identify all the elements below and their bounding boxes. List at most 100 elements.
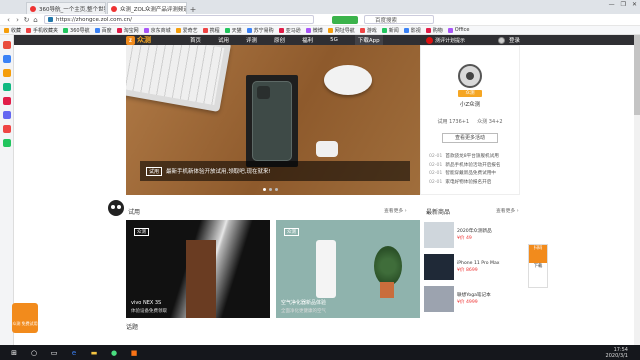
new-tab-button[interactable]: + — [188, 5, 198, 14]
trial-title: 试用 — [128, 209, 141, 216]
stat-trial: 试用 1736+1 — [437, 119, 470, 125]
carousel-dot[interactable] — [275, 188, 278, 191]
bookmark-item[interactable]: 京东商城 — [143, 27, 171, 34]
product-item[interactable]: iPhone 11 Pro Max ¥价 8699 — [424, 252, 520, 282]
music-icon[interactable] — [2, 125, 11, 133]
carousel-dot[interactable] — [263, 188, 266, 191]
browser-tab-active[interactable]: 众测_ZOL众测产品评测频道✕ — [107, 2, 187, 14]
task-view-icon[interactable]: ▭ — [48, 348, 60, 358]
nav-review[interactable]: 评测 — [246, 36, 257, 44]
edge-icon[interactable]: e — [68, 348, 80, 358]
nav-welfare[interactable]: 福利 — [302, 36, 313, 44]
search-icon[interactable]: ○ — [28, 348, 40, 358]
bookmark-icon — [278, 27, 284, 33]
game-icon[interactable] — [2, 69, 11, 77]
nav-home[interactable]: 首页 — [190, 36, 201, 44]
qr-download-widget[interactable]: 扫码 下载 — [528, 244, 548, 288]
hero-caption[interactable]: 试用 最新手机新体验开放试用,领取吧,现在就来! — [140, 161, 410, 181]
refresh-icon[interactable]: ↻ — [22, 16, 31, 24]
promo-link[interactable]: 测评计划提示 — [426, 36, 484, 44]
activity-item[interactable]: 02-01 智能穿戴新品免费试用中 — [429, 170, 515, 179]
bookmark-item[interactable]: 微博 — [305, 27, 323, 34]
hero-tag: 试用 — [146, 166, 163, 176]
product-item[interactable]: 2020年众测新品 ¥价 49 — [424, 220, 520, 250]
home-icon[interactable]: ⌂ — [31, 16, 40, 24]
video-icon[interactable] — [2, 83, 11, 91]
activity-item[interactable]: 02-01 新品手机体验活动开启报名 — [429, 162, 515, 171]
nav-trial[interactable]: 试用 — [218, 36, 229, 44]
close-window-button[interactable]: ✕ — [632, 1, 637, 8]
bookmark-item[interactable]: 爱奇艺 — [175, 27, 198, 34]
card-title: vivo NEX 3S — [131, 300, 162, 306]
tab-favicon — [30, 5, 36, 12]
mail-icon[interactable] — [2, 55, 11, 63]
product-thumbnail — [424, 222, 454, 248]
camera-graphic — [257, 86, 270, 99]
app-icon[interactable]: ■ — [128, 348, 140, 358]
card-tag: 众测 — [284, 228, 299, 236]
scrollbar[interactable] — [634, 35, 640, 345]
bookmark-item[interactable]: 携程 — [202, 27, 220, 34]
browser-tab[interactable]: 360导航_一个主页,整个世界✕ — [26, 2, 106, 14]
minimize-button[interactable]: — — [609, 1, 615, 8]
maximize-button[interactable]: ❐ — [621, 1, 626, 8]
bookmark-item[interactable]: 影视 — [403, 27, 421, 34]
green-action-button[interactable] — [332, 15, 358, 24]
bookmark-item[interactable]: 收藏 — [4, 27, 21, 34]
shop-icon[interactable] — [2, 97, 11, 105]
app-icon[interactable] — [2, 139, 11, 147]
url-text: https://zhongce.zol.com.cn/ — [56, 16, 132, 23]
nav-5g[interactable]: 5G — [330, 37, 338, 43]
bookmark-item[interactable]: 百度 — [94, 27, 112, 34]
bookmark-item[interactable]: 网址导航 — [327, 27, 355, 34]
bookmark-item[interactable]: 亚马逊 — [278, 27, 301, 34]
browser-360-icon[interactable]: ● — [108, 348, 120, 358]
site-logo[interactable]: Z 众测 — [126, 35, 176, 45]
latest-more-link[interactable]: 查看更多 › — [496, 207, 519, 214]
float-trial-button[interactable]: 众测 免费试用 — [12, 303, 38, 333]
hero-carousel[interactable]: 试用 最新手机新体验开放试用,领取吧,现在就来! — [126, 45, 420, 195]
trial-card[interactable]: 众测 空气净化器新品体验 全面净化更健康的空气 — [276, 220, 420, 318]
more-activities-button[interactable]: 查看更多活动 — [442, 133, 498, 143]
bookmark-item[interactable]: 360导航 — [63, 27, 90, 34]
explorer-icon[interactable]: ▬ — [88, 348, 100, 358]
phone-graphic — [252, 81, 292, 161]
bookmark-item[interactable]: Office — [447, 27, 469, 33]
bookmark-item[interactable]: 购物 — [425, 27, 443, 34]
nav-app-download[interactable]: 下载App — [354, 35, 383, 45]
system-tray[interactable]: 17:54 2020/3/1 — [606, 347, 640, 359]
weibo-icon[interactable] — [2, 41, 11, 49]
bookmark-item[interactable]: 天猫 — [224, 27, 242, 34]
bookmark-item[interactable]: 游戏 — [359, 27, 377, 34]
bookmark-item[interactable]: 新闻 — [381, 27, 399, 34]
bookmark-icon — [202, 27, 208, 33]
login-link[interactable]: 登录 — [509, 36, 520, 44]
mascot-icon — [108, 200, 124, 216]
trial-more-link[interactable]: 查看更多 › — [384, 207, 407, 214]
search-input[interactable]: 百度搜索 — [364, 15, 434, 24]
activity-item[interactable]: 02-01 家电好物体验报名开启 — [429, 179, 515, 188]
bookmark-item[interactable]: 苏宁易购 — [246, 27, 274, 34]
windows-taskbar: ⊞ ○ ▭ e ▬ ● ■ 17:54 2020/3/1 — [0, 345, 640, 360]
carousel-dot[interactable] — [269, 188, 272, 191]
nav-links: 首页 试用 评测 原创 福利 5G 下载App — [190, 35, 400, 45]
purifier-graphic — [316, 240, 336, 298]
card-title: 空气净化器新品体验 — [281, 300, 327, 306]
scrollbar-thumb[interactable] — [634, 35, 640, 115]
activity-list: 02-01 首款骁龙8平台旗舰机试用 02-01 新品手机体验活动开启报名 02-01 智… — [429, 153, 519, 187]
bookmark-item[interactable]: 淘宝网 — [116, 27, 139, 34]
product-item[interactable]: 联想Yoga笔记本 ¥价 4999 — [424, 284, 520, 314]
trial-card[interactable]: 众测 vivo NEX 3S 体验设备免费领取 — [126, 220, 270, 318]
bookmark-label: 淘宝网 — [123, 27, 139, 34]
activity-item[interactable]: 02-01 首款骁龙8平台旗舰机试用 — [429, 153, 515, 162]
news-icon[interactable] — [2, 111, 11, 119]
avatar[interactable] — [458, 64, 482, 88]
bookmark-icon — [425, 27, 431, 33]
nav-original[interactable]: 原创 — [274, 36, 285, 44]
forward-icon[interactable]: › — [13, 16, 22, 24]
url-input[interactable]: https://zhongce.zol.com.cn/ — [44, 15, 314, 24]
windows-start-icon[interactable]: ⊞ — [8, 348, 20, 358]
back-icon[interactable]: ‹ — [4, 16, 13, 24]
bookmark-item[interactable]: 手机收藏夹 — [26, 27, 58, 34]
nav-user[interactable]: 登录 — [498, 35, 520, 45]
